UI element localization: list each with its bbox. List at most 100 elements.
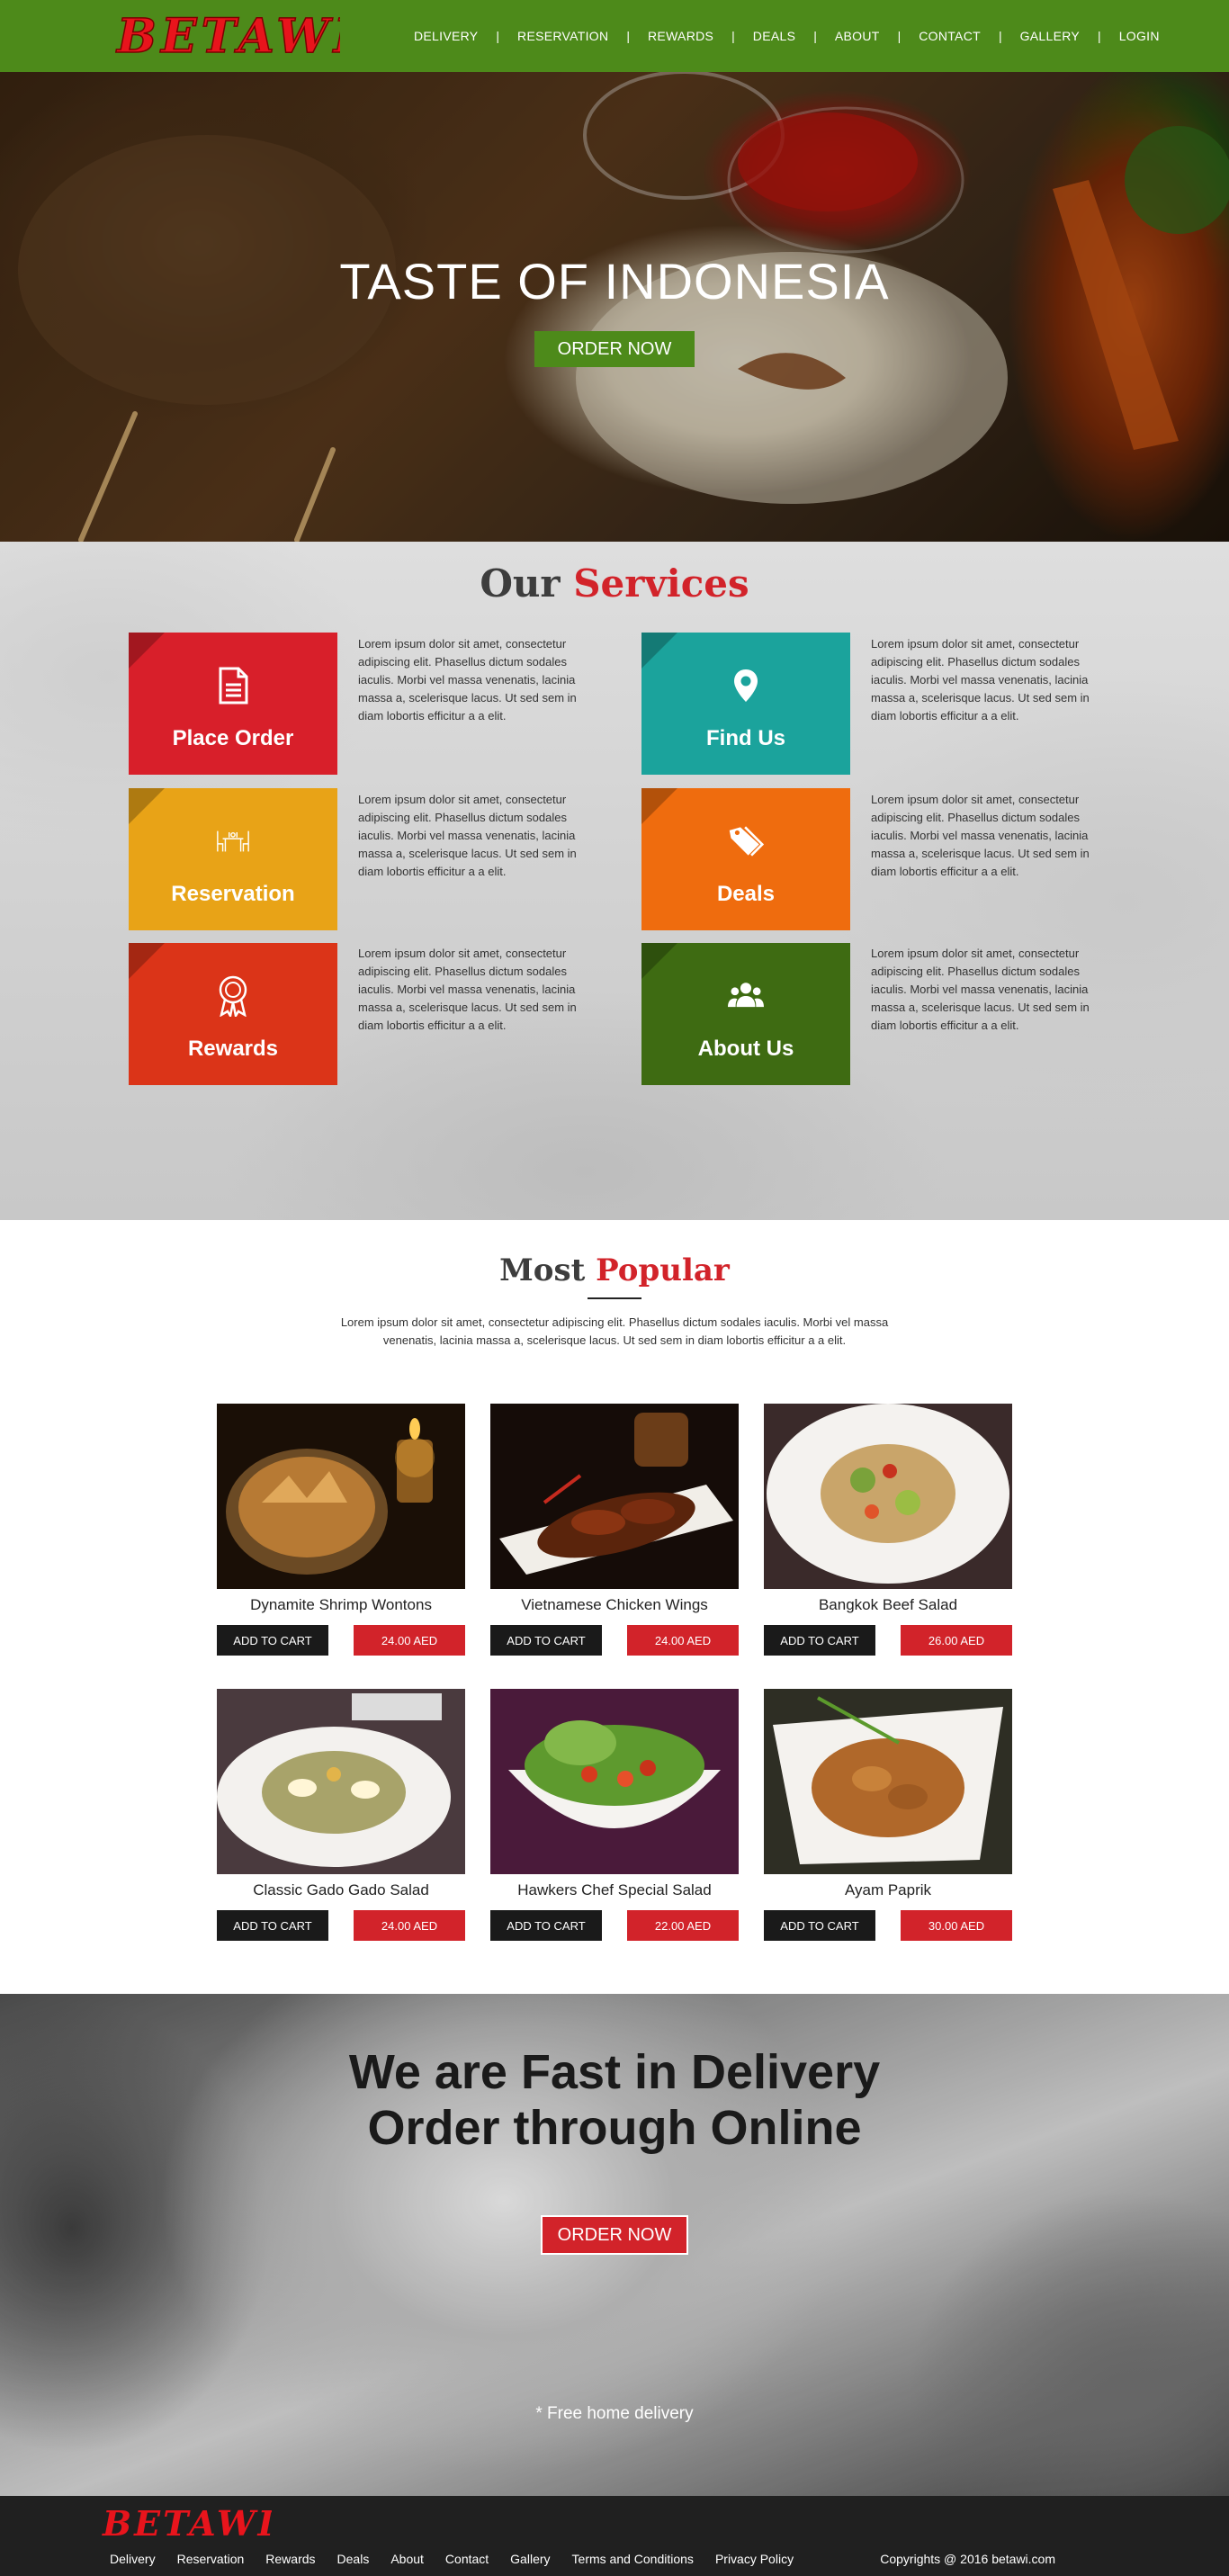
- price-tag[interactable]: 22.00 AED: [627, 1910, 739, 1941]
- add-to-cart-button[interactable]: ADD TO CART: [764, 1625, 875, 1656]
- services-title-part1: Our: [480, 561, 561, 606]
- product-image[interactable]: [764, 1404, 1012, 1589]
- service-description: Lorem ipsum dolor sit amet, consectetur …: [358, 637, 577, 723]
- popular-section: Most Popular Lorem ipsum dolor sit amet,…: [0, 1220, 1229, 1994]
- service-label: Reservation: [171, 882, 295, 906]
- product-name: Hawkers Chef Special Salad: [517, 1881, 712, 1898]
- map-pin-icon: [728, 667, 764, 705]
- service-label: Rewards: [187, 1037, 279, 1061]
- nav-reservation[interactable]: RESERVATION: [499, 29, 626, 43]
- service-find-us[interactable]: Find Us: [641, 633, 850, 775]
- popular-title-part2: Popular: [596, 1252, 730, 1288]
- service-label: About Us: [697, 1037, 794, 1061]
- services-title-part2: Services: [573, 561, 749, 606]
- footer-link-gallery[interactable]: Gallery: [510, 2552, 550, 2566]
- price-tag[interactable]: 24.00 AED: [354, 1910, 465, 1941]
- nav-contact[interactable]: CONTACT: [901, 29, 999, 43]
- service-label: Deals: [716, 882, 776, 906]
- corner-accent: [129, 788, 165, 824]
- add-to-cart-button[interactable]: ADD TO CART: [490, 1910, 602, 1941]
- product-card: Classic Gado Gado Salad ADD TO CART 24.0…: [217, 1689, 465, 1941]
- product-image[interactable]: [217, 1689, 465, 1874]
- footer-link-reservation[interactable]: Reservation: [177, 2552, 245, 2566]
- delivery-order-now-button[interactable]: ORDER NOW: [541, 2215, 688, 2255]
- service-place-order[interactable]: Place Order: [129, 633, 337, 775]
- free-delivery-note: * Free home delivery: [535, 2404, 694, 2423]
- award-ribbon-icon: [215, 975, 251, 1017]
- service-description: Lorem ipsum dolor sit amet, consectetur …: [358, 947, 577, 1032]
- footer-logo-text: BETAWI: [102, 2503, 272, 2541]
- service-description: Lorem ipsum dolor sit amet, consectetur …: [871, 947, 1090, 1032]
- footer-links: Delivery Reservation Rewards Deals About…: [110, 2552, 815, 2566]
- popular-title: Most Popular: [0, 1252, 1229, 1288]
- add-to-cart-button[interactable]: ADD TO CART: [764, 1910, 875, 1941]
- site-header: BETAWI DELIVERY | RESERVATION | REWARDS | D…: [0, 0, 1229, 72]
- site-footer: BETAWI Delivery Reservation Rewards Deal…: [0, 2496, 1229, 2576]
- service-label: Place Order: [172, 726, 294, 750]
- footer-link-delivery[interactable]: Delivery: [110, 2552, 156, 2566]
- product-image[interactable]: [490, 1689, 739, 1874]
- footer-link-privacy[interactable]: Privacy Policy: [715, 2552, 794, 2566]
- footer-logo[interactable]: BETAWI: [101, 2501, 272, 2541]
- footer-link-rewards[interactable]: Rewards: [265, 2552, 315, 2566]
- product-image[interactable]: [490, 1404, 739, 1589]
- nav-about[interactable]: ABOUT: [817, 29, 898, 43]
- footer-link-contact[interactable]: Contact: [445, 2552, 489, 2566]
- product-card: Vietnamese Chicken Wings ADD TO CART 24.…: [490, 1404, 739, 1656]
- service-description: Lorem ipsum dolor sit amet, consectetur …: [871, 793, 1090, 878]
- product-image[interactable]: [217, 1404, 465, 1589]
- document-icon: [215, 667, 251, 705]
- hero-title: TASTE OF INDONESIA: [339, 253, 890, 310]
- add-to-cart-button[interactable]: ADD TO CART: [217, 1625, 328, 1656]
- service-about-us[interactable]: About Us: [641, 943, 850, 1085]
- main-nav: DELIVERY | RESERVATION | REWARDS | DEALS | A…: [396, 0, 1178, 72]
- corner-accent: [129, 943, 165, 979]
- title-underline: [588, 1297, 641, 1299]
- users-icon: [728, 977, 764, 1015]
- popular-description: Lorem ipsum dolor sit amet, consectetur …: [340, 1315, 889, 1347]
- price-tag[interactable]: 24.00 AED: [354, 1625, 465, 1656]
- add-to-cart-button[interactable]: ADD TO CART: [217, 1910, 328, 1941]
- nav-gallery[interactable]: GALLERY: [1002, 29, 1098, 43]
- logo-text: BETAWI: [115, 9, 340, 61]
- product-card: Ayam Paprik ADD TO CART 30.00 AED: [764, 1689, 1012, 1941]
- footer-link-terms[interactable]: Terms and Conditions: [572, 2552, 694, 2566]
- price-tag[interactable]: 24.00 AED: [627, 1625, 739, 1656]
- delivery-title-line1: We are Fast in Delivery: [348, 2045, 881, 2099]
- popular-title-part1: Most: [499, 1252, 586, 1288]
- hero-banner: TASTE OF INDONESIA ORDER NOW: [0, 72, 1229, 542]
- copyright-text: Copyrights @ 2016 betawi.com: [880, 2552, 1055, 2566]
- add-to-cart-button[interactable]: ADD TO CART: [490, 1625, 602, 1656]
- nav-rewards[interactable]: REWARDS: [630, 29, 731, 43]
- product-name: Bangkok Beef Salad: [818, 1596, 958, 1613]
- service-label: Find Us: [706, 726, 785, 750]
- service-description: Lorem ipsum dolor sit amet, consectetur …: [871, 637, 1090, 723]
- delivery-title: We are Fast in Delivery Order through On…: [0, 2044, 1229, 2156]
- corner-accent: [129, 633, 165, 669]
- hero-order-now-button[interactable]: ORDER NOW: [534, 331, 695, 367]
- nav-delivery[interactable]: DELIVERY: [396, 29, 496, 43]
- product-name: Ayam Paprik: [844, 1881, 932, 1898]
- corner-accent: [641, 633, 677, 669]
- services-title: Our Services: [0, 561, 1229, 606]
- product-card: Dynamite Shrimp Wontons ADD TO CART 24.0…: [217, 1404, 465, 1656]
- delivery-section: We are Fast in Delivery Order through On…: [0, 1994, 1229, 2496]
- product-image[interactable]: [764, 1689, 1012, 1874]
- service-rewards[interactable]: Rewards: [129, 943, 337, 1085]
- service-deals[interactable]: Deals: [641, 788, 850, 930]
- nav-login[interactable]: LOGIN: [1101, 29, 1178, 43]
- product-name: Classic Gado Gado Salad: [253, 1881, 429, 1898]
- betawi-logo[interactable]: BETAWI: [115, 7, 340, 61]
- price-tag[interactable]: 26.00 AED: [901, 1625, 1012, 1656]
- nav-deals[interactable]: DEALS: [735, 29, 813, 43]
- price-tag[interactable]: 30.00 AED: [901, 1910, 1012, 1941]
- product-card: Bangkok Beef Salad ADD TO CART 26.00 AED: [764, 1404, 1012, 1656]
- corner-accent: [641, 943, 677, 979]
- product-name: Vietnamese Chicken Wings: [521, 1596, 708, 1613]
- product-card: Hawkers Chef Special Salad ADD TO CART 2…: [490, 1689, 739, 1941]
- footer-link-about[interactable]: About: [390, 2552, 424, 2566]
- footer-link-deals[interactable]: Deals: [337, 2552, 370, 2566]
- service-reservation[interactable]: Reservation: [129, 788, 337, 930]
- tags-icon: [728, 822, 764, 860]
- corner-accent: [641, 788, 677, 824]
